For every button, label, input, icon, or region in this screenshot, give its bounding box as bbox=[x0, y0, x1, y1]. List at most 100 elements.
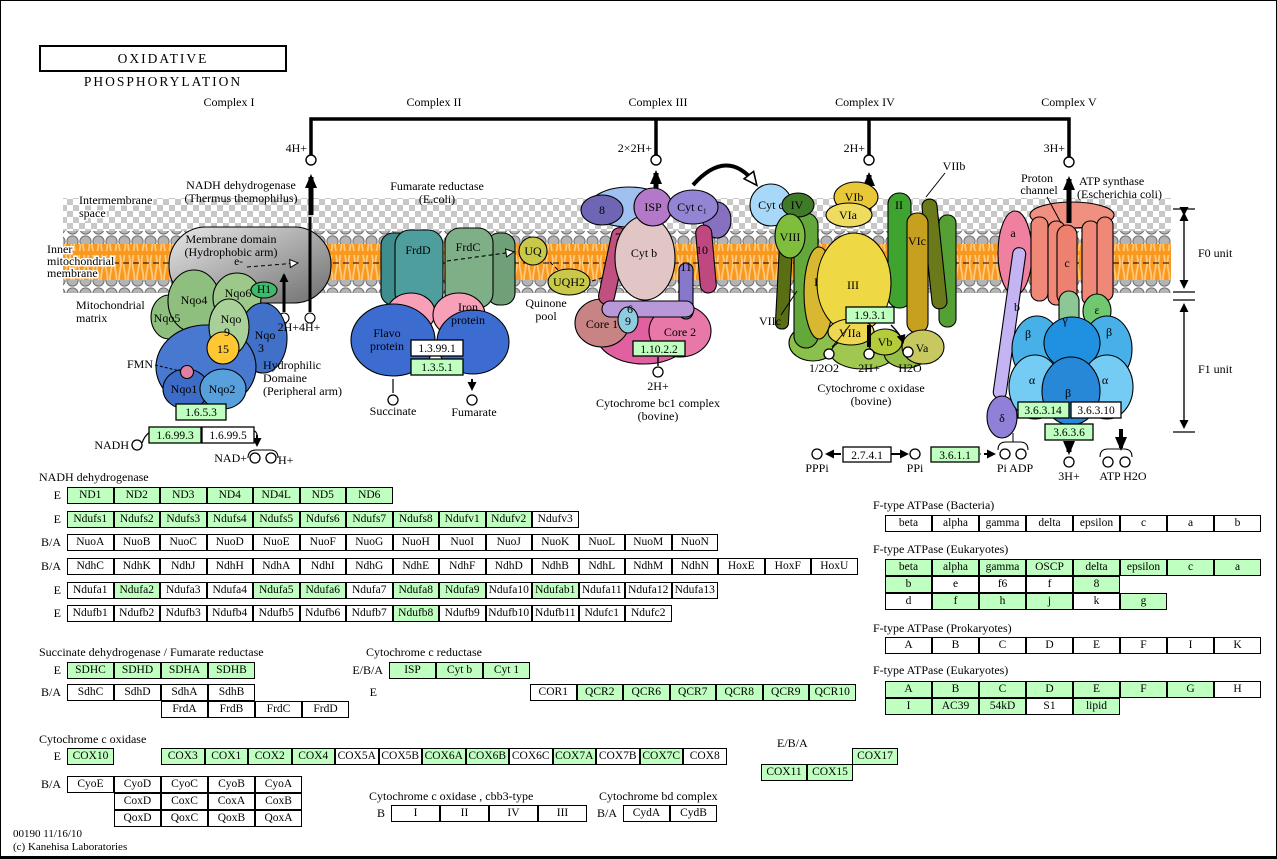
gene-cell-NdhI[interactable]: NdhI bbox=[300, 558, 347, 575]
gene-cell-E[interactable]: E bbox=[1073, 681, 1120, 698]
gene-cell-Ndufa12[interactable]: Ndufa12 bbox=[625, 582, 672, 599]
gene-cell-SdhA[interactable]: SdhA bbox=[161, 684, 208, 701]
ec-box-3.6.3.10[interactable]: 3.6.3.10 bbox=[1071, 402, 1121, 418]
gene-cell-NuoJ[interactable]: NuoJ bbox=[486, 534, 533, 551]
gene-cell-54kD[interactable]: 54kD bbox=[979, 698, 1026, 715]
gene-cell-NdhF[interactable]: NdhF bbox=[439, 558, 486, 575]
gene-cell-QCR6[interactable]: QCR6 bbox=[623, 684, 670, 701]
gene-cell-COX5B[interactable]: COX5B bbox=[379, 748, 423, 765]
gene-cell-SDHC[interactable]: SDHC bbox=[67, 662, 114, 679]
ec-1.6.99.5-label[interactable]: 1.6.99.5 bbox=[209, 430, 247, 442]
gene-cell-COX11[interactable]: COX11 bbox=[761, 764, 807, 781]
gene-cell-Ndufc1[interactable]: Ndufc1 bbox=[579, 605, 626, 622]
gene-cell-Cyt 1[interactable]: Cyt 1 bbox=[483, 662, 530, 679]
gene-cell-CoxA[interactable]: CoxA bbox=[208, 793, 255, 810]
gene-cell-ND6[interactable]: ND6 bbox=[346, 487, 393, 504]
gene-cell-HoxF[interactable]: HoxF bbox=[765, 558, 812, 575]
gene-cell-CoxC[interactable]: CoxC bbox=[161, 793, 208, 810]
gene-cell-Ndufa8[interactable]: Ndufa8 bbox=[393, 582, 440, 599]
gene-cell-NdhL[interactable]: NdhL bbox=[579, 558, 626, 575]
gene-cell-Ndufs3[interactable]: Ndufs3 bbox=[160, 511, 207, 528]
gene-cell-delta[interactable]: delta bbox=[1026, 515, 1073, 532]
gene-cell-COX7C[interactable]: COX7C bbox=[640, 748, 684, 765]
ec-1.9.3.1-label[interactable]: 1.9.3.1 bbox=[854, 310, 886, 322]
gene-cell-ND5[interactable]: ND5 bbox=[300, 487, 347, 504]
gene-cell-Cyt b[interactable]: Cyt b bbox=[436, 662, 483, 679]
ec-1.6.5.3-label[interactable]: 1.6.5.3 bbox=[185, 407, 217, 419]
ec-3.6.1.1-label[interactable]: 3.6.1.1 bbox=[939, 450, 971, 462]
gene-cell-ND4[interactable]: ND4 bbox=[207, 487, 254, 504]
gene-cell-NuoE[interactable]: NuoE bbox=[253, 534, 300, 551]
ec-box-1.3.5.1[interactable]: 1.3.5.1 bbox=[411, 359, 463, 375]
gene-cell-I[interactable]: I bbox=[1167, 637, 1214, 654]
gene-cell-c[interactable]: c bbox=[1167, 559, 1214, 576]
ec-box-3.6.3.14[interactable]: 3.6.3.14 bbox=[1018, 402, 1069, 418]
ec-box-1.3.99.1[interactable]: 1.3.99.1 bbox=[411, 340, 463, 356]
gene-cell-G[interactable]: G bbox=[1167, 681, 1214, 698]
gene-cell-NuoD[interactable]: NuoD bbox=[207, 534, 254, 551]
gene-cell-A[interactable]: A bbox=[885, 637, 932, 654]
gene-cell-gamma[interactable]: gamma bbox=[979, 515, 1026, 532]
gene-cell-a[interactable]: a bbox=[1214, 559, 1261, 576]
gene-cell-CyoB[interactable]: CyoB bbox=[208, 776, 255, 793]
gene-cell-g[interactable]: g bbox=[1120, 593, 1167, 610]
gene-cell-Ndufs1[interactable]: Ndufs1 bbox=[67, 511, 114, 528]
ec-box-3.6.3.6[interactable]: 3.6.3.6 bbox=[1045, 424, 1093, 440]
gene-cell-gamma[interactable]: gamma bbox=[979, 559, 1026, 576]
gene-cell-Ndufb10[interactable]: Ndufb10 bbox=[486, 605, 533, 622]
gene-cell-HoxE[interactable]: HoxE bbox=[718, 558, 765, 575]
gene-cell-epsilon[interactable]: epsilon bbox=[1120, 559, 1167, 576]
gene-cell-QCR8[interactable]: QCR8 bbox=[716, 684, 763, 701]
gene-cell-Ndufb1[interactable]: Ndufb1 bbox=[67, 605, 114, 622]
gene-cell-b[interactable]: b bbox=[885, 576, 932, 593]
ec-box-1.9.3.1[interactable]: 1.9.3.1 bbox=[846, 307, 894, 323]
gene-cell-OSCP[interactable]: OSCP bbox=[1026, 559, 1073, 576]
gene-cell-Ndufb8[interactable]: Ndufb8 bbox=[393, 605, 440, 622]
gene-cell-NdhJ[interactable]: NdhJ bbox=[160, 558, 207, 575]
gene-cell-NuoF[interactable]: NuoF bbox=[300, 534, 347, 551]
gene-cell-I[interactable]: I bbox=[391, 805, 440, 822]
gene-cell-Ndufb3[interactable]: Ndufb3 bbox=[160, 605, 207, 622]
gene-cell-Ndufv1[interactable]: Ndufv1 bbox=[439, 511, 486, 528]
gene-cell-SDHB[interactable]: SDHB bbox=[208, 662, 255, 679]
gene-cell-K[interactable]: K bbox=[1214, 637, 1261, 654]
gene-cell-I[interactable]: I bbox=[885, 698, 932, 715]
gene-cell-SdhD[interactable]: SdhD bbox=[114, 684, 161, 701]
ec-box-2.7.4.1[interactable]: 2.7.4.1 bbox=[843, 447, 891, 462]
gene-cell-COX2[interactable]: COX2 bbox=[248, 748, 292, 765]
gene-cell-ND1[interactable]: ND1 bbox=[67, 487, 114, 504]
gene-cell-Ndufb4[interactable]: Ndufb4 bbox=[207, 605, 254, 622]
ec-box-1.10.2.2[interactable]: 1.10.2.2 bbox=[633, 341, 685, 356]
gene-cell-h[interactable]: h bbox=[979, 593, 1026, 610]
gene-cell-delta[interactable]: delta bbox=[1073, 559, 1120, 576]
gene-cell-CyoC[interactable]: CyoC bbox=[161, 776, 208, 793]
gene-cell-NuoI[interactable]: NuoI bbox=[439, 534, 486, 551]
gene-cell-QoxC[interactable]: QoxC bbox=[161, 810, 208, 827]
gene-cell-IV[interactable]: IV bbox=[489, 805, 538, 822]
gene-cell-Ndufa1[interactable]: Ndufa1 bbox=[67, 582, 114, 599]
gene-cell-E[interactable]: E bbox=[1073, 637, 1120, 654]
gene-cell-S1[interactable]: S1 bbox=[1026, 698, 1073, 715]
gene-cell-beta[interactable]: beta bbox=[885, 559, 932, 576]
gene-cell-COX6A[interactable]: COX6A bbox=[422, 748, 466, 765]
gene-cell-NuoK[interactable]: NuoK bbox=[532, 534, 579, 551]
gene-cell-ISP[interactable]: ISP bbox=[389, 662, 436, 679]
gene-cell-NdhH[interactable]: NdhH bbox=[207, 558, 254, 575]
gene-cell-lipid[interactable]: lipid bbox=[1073, 698, 1120, 715]
ec-box-3.6.1.1[interactable]: 3.6.1.1 bbox=[931, 447, 979, 462]
gene-cell-8[interactable]: 8 bbox=[1073, 576, 1120, 593]
gene-cell-A[interactable]: A bbox=[885, 681, 932, 698]
gene-cell-k[interactable]: k bbox=[1073, 593, 1120, 610]
gene-cell-CydA[interactable]: CydA bbox=[623, 805, 670, 822]
gene-cell-C[interactable]: C bbox=[979, 637, 1026, 654]
gene-cell-ND2[interactable]: ND2 bbox=[114, 487, 161, 504]
gene-cell-Ndufa9[interactable]: Ndufa9 bbox=[439, 582, 486, 599]
gene-cell-epsilon[interactable]: epsilon bbox=[1073, 515, 1120, 532]
gene-cell-NuoB[interactable]: NuoB bbox=[114, 534, 161, 551]
ec-3.6.3.6-label[interactable]: 3.6.3.6 bbox=[1053, 427, 1085, 439]
gene-cell-COX6C[interactable]: COX6C bbox=[509, 748, 553, 765]
gene-cell-Ndufs7[interactable]: Ndufs7 bbox=[346, 511, 393, 528]
gene-cell-CydB[interactable]: CydB bbox=[670, 805, 717, 822]
gene-cell-NdhM[interactable]: NdhM bbox=[625, 558, 672, 575]
gene-cell-NdhN[interactable]: NdhN bbox=[672, 558, 719, 575]
